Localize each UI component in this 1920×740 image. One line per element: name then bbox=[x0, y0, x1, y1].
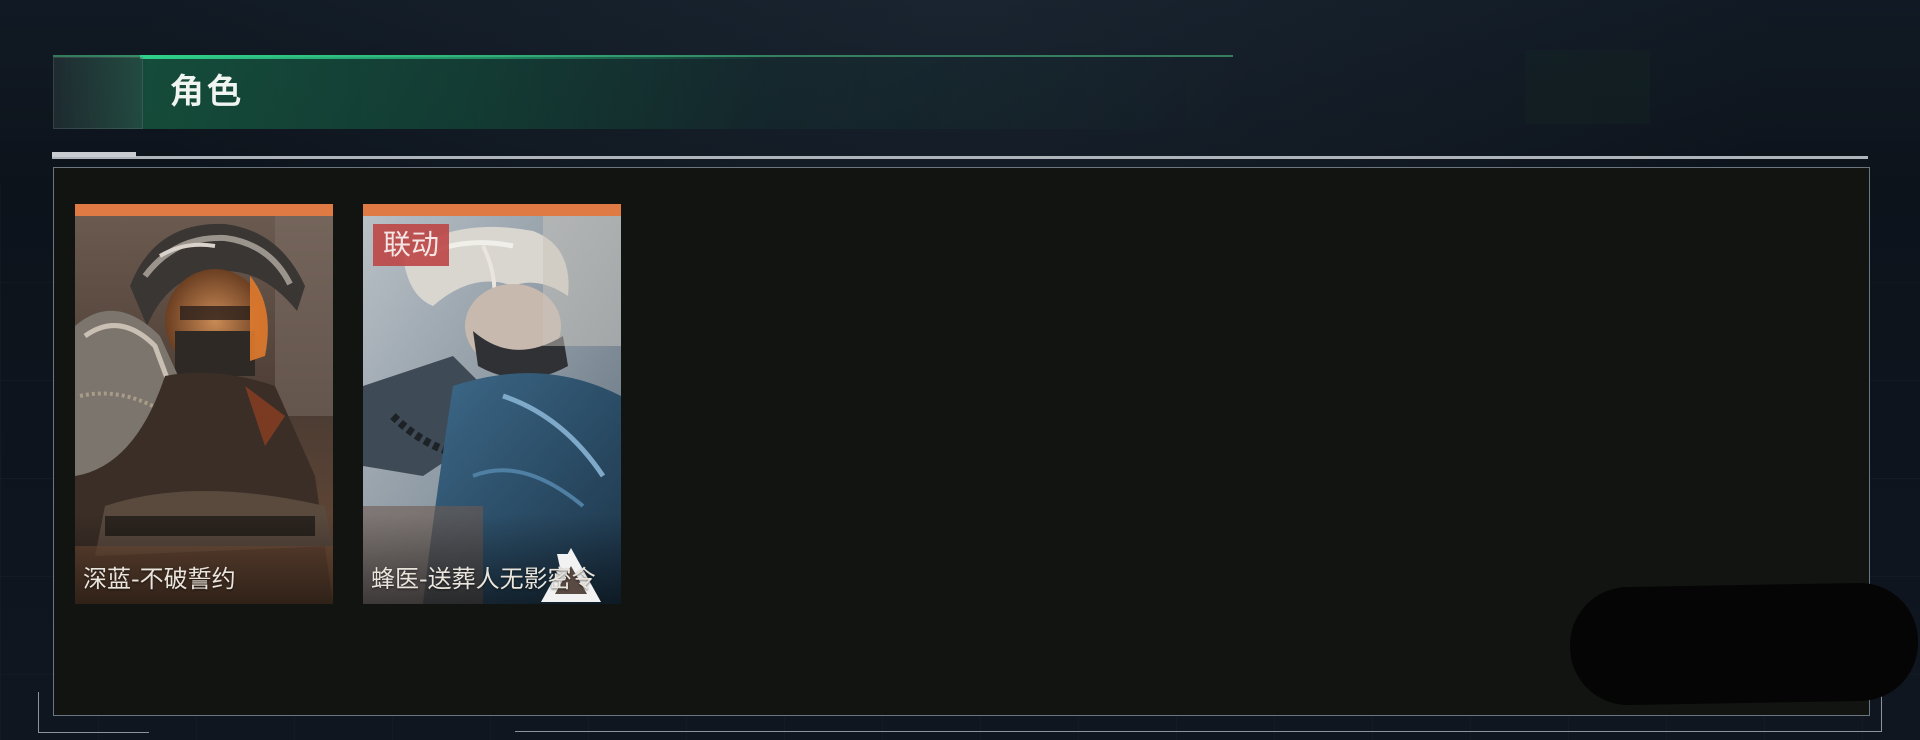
page: 角色 深蓝-不破誓约 联动 蜂医-送葬人无影密令 bbox=[0, 0, 1920, 740]
character-card[interactable]: 联动 蜂医-送葬人无影密令 bbox=[363, 204, 621, 604]
redaction-overlay bbox=[1568, 581, 1920, 707]
section-divider bbox=[52, 156, 1868, 159]
rarity-bar bbox=[363, 204, 621, 216]
character-card[interactable]: 深蓝-不破誓约 bbox=[75, 204, 333, 604]
character-name: 深蓝-不破誓约 bbox=[83, 565, 236, 593]
frame-bottom-line bbox=[515, 731, 1882, 732]
frame-right-line bbox=[1881, 692, 1882, 732]
section-title: 角色 bbox=[170, 72, 244, 112]
character-name: 蜂医-送葬人无影密令 bbox=[371, 565, 596, 593]
divider-accent bbox=[52, 152, 136, 157]
collab-badge: 联动 bbox=[373, 224, 450, 266]
header-accent-line bbox=[140, 55, 780, 59]
rarity-bar bbox=[75, 204, 333, 216]
frame-corner bbox=[38, 692, 149, 733]
header-marker bbox=[53, 57, 143, 129]
header-decoration bbox=[1525, 50, 1650, 124]
